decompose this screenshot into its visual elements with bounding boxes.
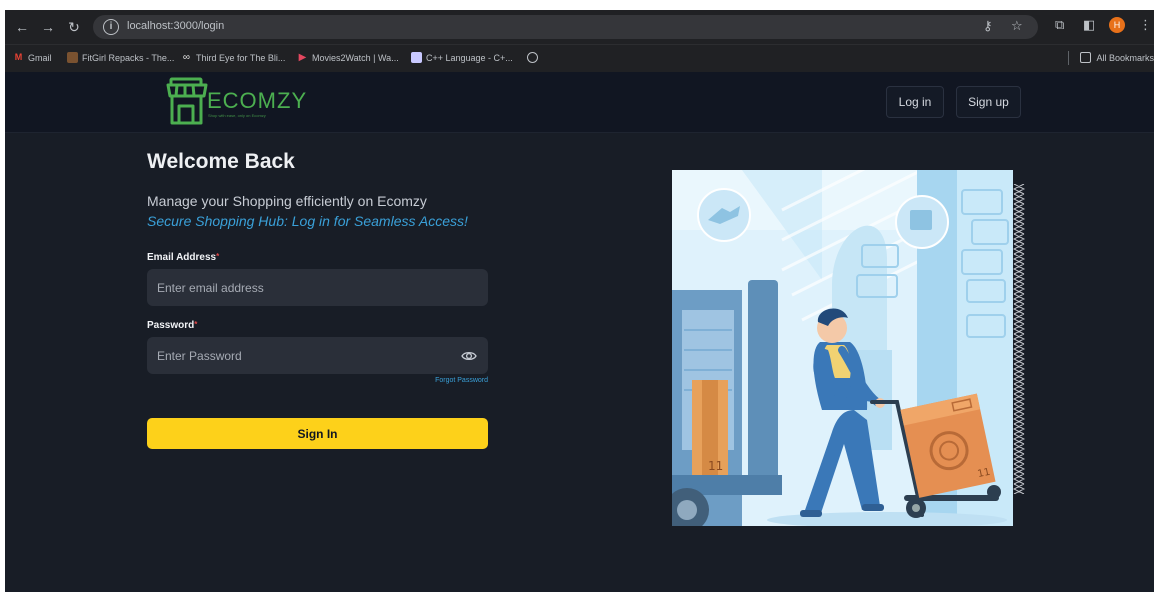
profile-avatar[interactable]: H (1109, 17, 1125, 33)
menu-kebab-icon[interactable]: ⋮ (1139, 17, 1152, 33)
app-header: ECOMZY Shop with ease, only on Ecomzy Lo… (5, 72, 1154, 133)
address-url[interactable]: localhost:3000/login (127, 20, 224, 32)
bookmark-label: Third Eye for The Bli... (196, 52, 286, 63)
bookmark-fitgirl[interactable]: FitGirl Repacks - The... (67, 52, 174, 63)
address-bar[interactable]: i localhost:3000/login ⚷ ☆ (93, 15, 1038, 39)
ecomzy-logo[interactable]: ECOMZY Shop with ease, only on Ecomzy (165, 76, 315, 128)
signin-button[interactable]: Sign In (147, 418, 488, 449)
all-bookmarks-label: All Bookmarks (1096, 52, 1154, 63)
email-input[interactable] (147, 269, 488, 306)
bookmarks-divider (1068, 51, 1069, 65)
bookmark-label: Movies2Watch | Wa... (312, 52, 399, 63)
password-input[interactable] (147, 337, 488, 374)
bookmark-label: Gmail (28, 52, 52, 63)
browser-chrome: ← → ↻ i localhost:3000/login ⚷ ☆ ⧉ ◧ H ⋮… (5, 10, 1154, 72)
email-label: Email Address* (147, 252, 219, 263)
gmail-icon: M (14, 52, 23, 62)
eye-icon[interactable] (461, 348, 477, 364)
bookmark-label: FitGirl Repacks - The... (82, 52, 175, 63)
forward-icon[interactable]: → (39, 18, 57, 36)
bookmark-cpp[interactable]: C++ Language - C+... (411, 52, 513, 63)
globe-icon (527, 52, 538, 63)
bookmark-gmail[interactable]: M Gmail (13, 52, 52, 63)
bookmarks-bar: M Gmail FitGirl Repacks - The... ∞ Third… (5, 44, 1154, 72)
bookmark-star-icon[interactable]: ☆ (1011, 18, 1023, 34)
required-mark: * (216, 252, 220, 261)
login-page: ECOMZY Shop with ease, only on Ecomzy Lo… (5, 72, 1154, 592)
all-bookmarks[interactable]: All Bookmarks (1080, 52, 1154, 63)
email-label-text: Email Address (147, 252, 217, 263)
brand-name: ECOMZY (207, 88, 308, 113)
page-title: Welcome Back (147, 150, 295, 173)
browser-toolbar: ← → ↻ i localhost:3000/login ⚷ ☆ ⧉ ◧ H ⋮ (5, 10, 1154, 44)
infinity-icon: ∞ (182, 52, 191, 63)
required-mark: * (194, 320, 198, 329)
site-info-icon[interactable]: i (103, 19, 119, 35)
bookmark-third-eye[interactable]: ∞ Third Eye for The Bli... (181, 52, 285, 63)
side-panel-icon[interactable]: ◧ (1083, 17, 1095, 33)
fitgirl-favicon-icon (67, 52, 78, 63)
cpp-favicon-icon (411, 52, 422, 63)
brand-tagline: Shop with ease, only on Ecomzy (208, 113, 266, 118)
extensions-icon[interactable]: ⧉ (1055, 17, 1064, 33)
zigzag-decoration (1013, 184, 1025, 494)
signup-button[interactable]: Sign up (956, 86, 1021, 118)
password-label-text: Password (147, 320, 195, 331)
login-button[interactable]: Log in (886, 86, 944, 118)
bookmark-label: C++ Language - C+... (426, 52, 513, 63)
bookmark-globe[interactable] (527, 52, 538, 63)
back-icon[interactable]: ← (13, 18, 31, 36)
play-icon: ▶ (298, 52, 307, 63)
password-key-icon[interactable]: ⚷ (983, 18, 993, 34)
page-tagline: Secure Shopping Hub: Log in for Seamless… (147, 213, 468, 229)
forgot-password-link[interactable]: Forgot Password (413, 377, 488, 384)
storefront-icon (166, 77, 208, 125)
delivery-illustration: 11 11 (672, 170, 1013, 526)
svg-text:11: 11 (708, 459, 723, 473)
bookmark-movies2watch[interactable]: ▶ Movies2Watch | Wa... (297, 52, 399, 63)
folder-icon (1080, 52, 1092, 63)
page-subtitle: Manage your Shopping efficiently on Ecom… (147, 193, 427, 209)
password-label: Password* (147, 320, 197, 331)
reload-icon[interactable]: ↻ (65, 18, 83, 36)
